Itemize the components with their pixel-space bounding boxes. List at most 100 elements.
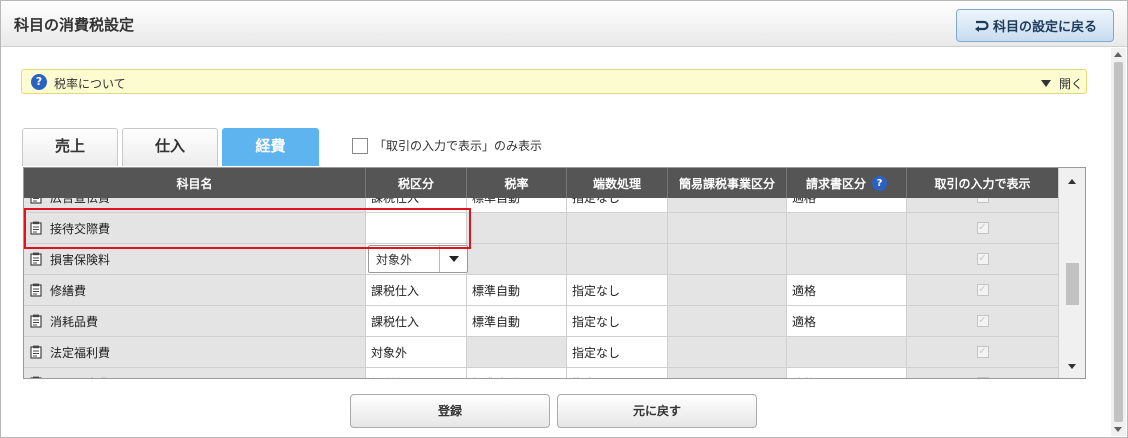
rounding-cell[interactable] — [567, 244, 668, 274]
rounding-cell[interactable]: 指定なし — [567, 368, 668, 378]
scroll-down-arrow-icon[interactable] — [1114, 427, 1122, 432]
simplified-tax-cell[interactable] — [668, 368, 787, 378]
show-in-entry-cell[interactable]: ✓ — [907, 275, 1058, 305]
show-only-filter[interactable]: 「取引の入力で表示」のみ表示 — [352, 137, 542, 154]
scroll-up-arrow-icon[interactable] — [1114, 52, 1122, 57]
rounding-cell[interactable]: 指定なし — [567, 275, 668, 305]
info-open-toggle[interactable]: 開く — [1041, 75, 1083, 92]
tax-rate-cell[interactable] — [467, 213, 567, 243]
account-name-cell[interactable]: 修繕費 — [24, 275, 366, 305]
tax-category-cell[interactable]: 課税仕入 — [366, 275, 467, 305]
tab-expenses[interactable]: 経費 — [222, 128, 319, 166]
simplified-tax-cell[interactable] — [668, 198, 787, 212]
simplified-tax-cell[interactable] — [668, 213, 787, 243]
tax-category-cell[interactable]: 課税仕入 — [366, 368, 467, 378]
tax-rate-cell[interactable]: 標準自動 — [467, 198, 567, 212]
show-in-entry-checkbox[interactable]: ✓ — [976, 377, 989, 378]
register-button[interactable]: 登録 — [350, 394, 550, 428]
show-in-entry-cell[interactable]: ✓ — [907, 337, 1058, 367]
tax-category-cell[interactable]: 課税仕入 — [366, 306, 467, 336]
invoice-type-cell[interactable] — [787, 213, 907, 243]
triangle-down-icon — [1041, 80, 1051, 87]
ledger-icon — [29, 198, 43, 204]
grid-scrollbar[interactable] — [1058, 168, 1085, 378]
show-in-entry-cell[interactable]: ✓ — [907, 306, 1058, 336]
tax-rate-cell[interactable] — [467, 337, 567, 367]
invoice-type-cell[interactable]: 適格 — [787, 275, 907, 305]
help-icon[interactable]: ? — [872, 175, 887, 191]
simplified-tax-cell[interactable] — [668, 306, 787, 336]
column-header-tax-category[interactable]: 税区分 — [366, 168, 467, 198]
show-only-checkbox[interactable] — [352, 137, 368, 154]
back-to-account-settings-button[interactable]: 科目の設定に戻る — [956, 9, 1114, 42]
column-header-invoice-label: 請求書区分 — [805, 176, 866, 191]
rounding-cell[interactable] — [567, 213, 668, 243]
table-row[interactable]: 消耗品費 課税仕入 標準自動 指定なし 適格 ✓ — [24, 306, 1058, 337]
rounding-cell[interactable]: 指定なし — [567, 337, 668, 367]
revert-button[interactable]: 元に戻す — [557, 394, 757, 428]
tax-rate-cell[interactable]: 標準自動 — [467, 368, 567, 378]
ledger-icon — [29, 376, 43, 378]
invoice-type-cell[interactable]: 適格 — [787, 368, 907, 378]
invoice-type-cell[interactable]: 適格 — [787, 198, 907, 212]
column-header-show-in-entry[interactable]: 取引の入力で表示 — [907, 168, 1058, 198]
page-title: 科目の消費税設定 — [14, 16, 135, 34]
account-name-cell[interactable]: 法定福利費 — [24, 337, 366, 367]
invoice-type-cell[interactable]: 適格 — [787, 306, 907, 336]
column-header-rounding[interactable]: 端数処理 — [567, 168, 668, 198]
rounding-cell[interactable]: 指定なし — [567, 198, 668, 212]
grid-header: 科目名 税区分 税率 端数処理 簡易課税事業区分 請求書区分 ? 取引の入力で表… — [24, 168, 1058, 198]
show-in-entry-checkbox[interactable]: ✓ — [976, 198, 989, 203]
ledger-icon — [29, 345, 43, 359]
simplified-tax-cell[interactable] — [668, 337, 787, 367]
show-in-entry-cell[interactable]: ✓ — [907, 368, 1058, 378]
tab-sales[interactable]: 売上 — [22, 128, 118, 166]
tax-category-select[interactable]: 対象外 — [368, 245, 468, 273]
tax-rate-cell[interactable]: 標準自動 — [467, 306, 567, 336]
column-header-simplified-tax[interactable]: 簡易課税事業区分 — [668, 168, 787, 198]
simplified-tax-cell[interactable] — [668, 275, 787, 305]
account-name: 法定福利費 — [50, 345, 111, 360]
table-row[interactable]: 福利厚生費 課税仕入標準自動指定なし 適格 ✓ — [24, 368, 1058, 379]
invoice-type-cell[interactable] — [787, 337, 907, 367]
info-open-label: 開く — [1059, 77, 1084, 91]
tab-purchases[interactable]: 仕入 — [122, 128, 218, 166]
column-header-account[interactable]: 科目名 — [24, 168, 366, 198]
account-tax-grid: 科目名 税区分 税率 端数処理 簡易課税事業区分 請求書区分 ? 取引の入力で表… — [23, 167, 1086, 379]
show-in-entry-checkbox[interactable]: ✓ — [976, 315, 989, 327]
grid-scroll-down-icon[interactable] — [1068, 364, 1076, 369]
tax-category-select-value: 対象外 — [376, 252, 413, 267]
show-in-entry-checkbox[interactable]: ✓ — [976, 346, 989, 358]
account-name: 損害保険料 — [50, 252, 111, 267]
account-name: 消耗品費 — [50, 314, 99, 329]
column-header-tax-rate[interactable]: 税率 — [467, 168, 567, 198]
return-arrow-icon — [973, 19, 989, 33]
dropdown-arrow-icon[interactable] — [439, 246, 467, 272]
page-scrollbar[interactable] — [1111, 48, 1126, 436]
grid-scroll-up-icon[interactable] — [1068, 179, 1076, 184]
tax-category-cell[interactable]: 対象外 — [366, 337, 467, 367]
scroll-thumb[interactable] — [1114, 62, 1123, 422]
account-name: 修繕費 — [50, 283, 87, 298]
show-in-entry-checkbox[interactable]: ✓ — [976, 253, 989, 265]
tax-rate-cell[interactable] — [467, 244, 567, 274]
show-in-entry-cell[interactable]: ✓ — [907, 198, 1058, 212]
grid-scroll-thumb[interactable] — [1066, 263, 1079, 305]
show-in-entry-cell[interactable]: ✓ — [907, 244, 1058, 274]
tax-rate-info-bar[interactable]: ? 税率について 開く — [21, 69, 1087, 94]
rounding-cell[interactable]: 指定なし — [567, 306, 668, 336]
table-row[interactable]: 修繕費 課税仕入 標準自動 指定なし 適格 ✓ — [24, 275, 1058, 306]
show-in-entry-cell[interactable]: ✓ — [907, 213, 1058, 243]
ledger-icon — [29, 314, 43, 328]
account-name-cell[interactable]: 福利厚生費 — [24, 368, 366, 379]
table-row[interactable]: 法定福利費 対象外 指定なし ✓ — [24, 337, 1058, 368]
ledger-icon — [29, 283, 43, 297]
tax-rate-cell[interactable]: 標準自動 — [467, 275, 567, 305]
account-name: 福利厚生費 — [50, 375, 110, 379]
show-in-entry-checkbox[interactable]: ✓ — [976, 284, 989, 296]
show-in-entry-checkbox[interactable]: ✓ — [976, 222, 989, 234]
column-header-invoice-type[interactable]: 請求書区分 ? — [787, 168, 907, 198]
invoice-type-cell[interactable] — [787, 244, 907, 274]
account-name-cell[interactable]: 消耗品費 — [24, 306, 366, 336]
simplified-tax-cell[interactable] — [668, 244, 787, 274]
